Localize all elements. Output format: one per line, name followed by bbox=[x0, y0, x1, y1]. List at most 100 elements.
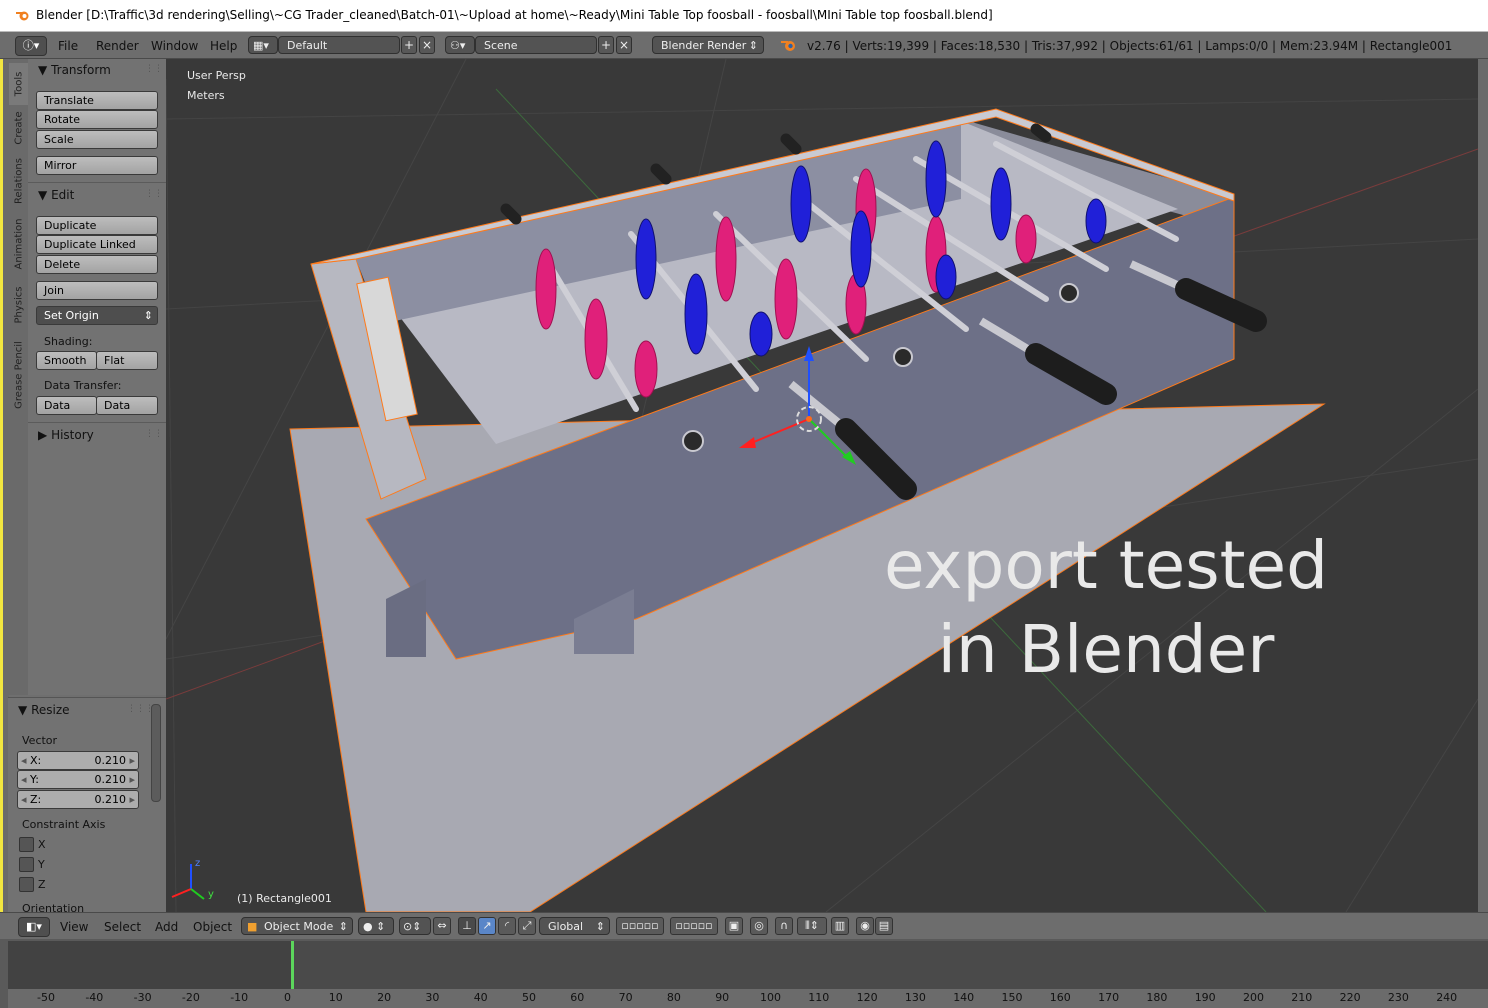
vector-x-field[interactable]: ◂ X: 0.210 ▸ bbox=[17, 751, 139, 770]
tab-create[interactable]: Create bbox=[9, 105, 28, 151]
lock-layers-icon[interactable]: ▣ bbox=[725, 917, 743, 935]
scale-button[interactable]: Scale bbox=[36, 130, 158, 149]
window-title: Blender [D:\Traffic\3d rendering\Selling… bbox=[36, 8, 993, 22]
rotate-button[interactable]: Rotate bbox=[36, 110, 158, 129]
remove-scene-button[interactable]: × bbox=[616, 36, 632, 54]
arrow-left-icon[interactable]: ◂ bbox=[21, 791, 27, 808]
mirror-button[interactable]: Mirror bbox=[36, 156, 158, 175]
flat-button[interactable]: Flat bbox=[96, 351, 158, 370]
menu-add[interactable]: Add bbox=[155, 920, 178, 934]
timeline-ruler[interactable]: -50 -40 -30 -20 -10 0 10 20 30 40 50 60 70 80 90 100 110… bbox=[8, 989, 1488, 1008]
mode-select[interactable]: ■ Object Mode ⇕ bbox=[241, 917, 353, 935]
translate-manipulator-icon[interactable]: ↗ bbox=[478, 917, 496, 935]
smooth-button[interactable]: Smooth bbox=[36, 351, 97, 370]
layout-type-button[interactable]: ▦▾ bbox=[248, 36, 278, 54]
proportional-edit-icon[interactable]: ◎ bbox=[750, 917, 768, 935]
tool-shelf: ▼ Transform ⋮⋮⋮ Translate Rotate Scale M… bbox=[28, 59, 172, 695]
axis-manipulator-icon[interactable]: ⊥ bbox=[458, 917, 476, 935]
timeline[interactable]: -50 -40 -30 -20 -10 0 10 20 30 40 50 60 70 80 90 100 110… bbox=[0, 939, 1488, 1008]
camera-render-icon[interactable]: ◉ bbox=[856, 917, 874, 935]
render-engine-label: Blender Render bbox=[661, 39, 747, 52]
divider bbox=[28, 182, 166, 183]
menu-window[interactable]: Window bbox=[151, 39, 198, 53]
timeline-tick: 20 bbox=[377, 991, 392, 1004]
remove-layout-button[interactable]: × bbox=[419, 36, 435, 54]
arrow-left-icon[interactable]: ◂ bbox=[21, 752, 27, 769]
drag-handle-icon[interactable]: ⋮⋮⋮ bbox=[127, 704, 154, 714]
duplicate-button[interactable]: Duplicate bbox=[36, 216, 158, 235]
menu-render[interactable]: Render bbox=[96, 39, 139, 53]
timeline-tick: 80 bbox=[666, 991, 681, 1004]
add-scene-button[interactable]: + bbox=[598, 36, 614, 54]
window-titlebar: Blender [D:\Traffic\3d rendering\Selling… bbox=[0, 0, 1488, 32]
arrow-right-icon[interactable]: ▸ bbox=[129, 791, 135, 808]
constraint-axis-label: Constraint Axis bbox=[22, 818, 106, 831]
menu-select[interactable]: Select bbox=[104, 920, 141, 934]
data-transfer-button[interactable]: Data bbox=[36, 396, 97, 415]
x-value: 0.210 bbox=[94, 754, 127, 767]
timeline-tick: 230 bbox=[1387, 991, 1409, 1004]
triangle-down-icon: ▼ bbox=[38, 63, 48, 77]
constraint-x-checkbox[interactable] bbox=[19, 837, 34, 852]
data-layout-button[interactable]: Data Layo bbox=[96, 396, 158, 415]
operator-panel: ▼ Resize ⋮⋮⋮ Vector ◂ X: 0.210 ▸ ◂ Y: 0.210 ▸ … bbox=[8, 697, 166, 915]
join-button[interactable]: Join bbox=[36, 281, 158, 300]
arrow-right-icon[interactable]: ▸ bbox=[129, 752, 135, 769]
tab-grease-pencil[interactable]: Grease Pencil bbox=[9, 335, 28, 415]
pivot-icon: ⊙ bbox=[403, 920, 413, 933]
timeline-tick: 220 bbox=[1339, 991, 1361, 1004]
duplicate-linked-button[interactable]: Duplicate Linked bbox=[36, 235, 158, 254]
translate-button[interactable]: Translate bbox=[36, 91, 158, 110]
timeline-tick: 40 bbox=[473, 991, 488, 1004]
operator-scrollbar[interactable] bbox=[151, 704, 161, 802]
render-region-icon[interactable]: ▥ bbox=[831, 917, 849, 935]
edit-panel-header[interactable]: ▼ Edit bbox=[38, 188, 74, 202]
layers-grid-2-icon[interactable]: ▫▫▫▫▫ bbox=[670, 917, 718, 935]
view-name: User Persp bbox=[187, 69, 246, 82]
history-panel-header[interactable]: ▶ History bbox=[38, 428, 94, 442]
orientation-value: Global bbox=[548, 920, 584, 933]
constraint-y-checkbox[interactable] bbox=[19, 857, 34, 872]
render-engine-select[interactable]: Blender Render ⇕ bbox=[652, 36, 764, 54]
snap-toggle-icon[interactable]: ∩ bbox=[775, 917, 793, 935]
tab-tools[interactable]: Tools bbox=[9, 63, 28, 105]
menu-help[interactable]: Help bbox=[210, 39, 237, 53]
vector-y-field[interactable]: ◂ Y: 0.210 ▸ bbox=[17, 770, 139, 789]
right-edge-strip bbox=[1478, 59, 1488, 912]
timeline-tick: 190 bbox=[1194, 991, 1216, 1004]
resize-panel-header[interactable]: ▼ Resize bbox=[18, 703, 70, 717]
menu-file[interactable]: File bbox=[58, 39, 78, 53]
scene-type-button[interactable]: ⚇▾ bbox=[445, 36, 475, 54]
menu-object[interactable]: Object bbox=[193, 920, 232, 934]
arrow-left-icon[interactable]: ◂ bbox=[21, 771, 27, 788]
set-origin-dropdown[interactable]: Set Origin ⇕ bbox=[36, 306, 158, 325]
3d-viewport[interactable]: User Persp Meters z y (1) Rectangle001 e… bbox=[166, 59, 1478, 912]
tab-relations[interactable]: Relations bbox=[9, 153, 28, 209]
transform-panel-header[interactable]: ▼ Transform bbox=[38, 63, 111, 77]
constraint-z-checkbox[interactable] bbox=[19, 877, 34, 892]
clapper-icon[interactable]: ▤ bbox=[875, 917, 893, 935]
vector-z-field[interactable]: ◂ Z: 0.210 ▸ bbox=[17, 790, 139, 809]
current-frame-indicator[interactable] bbox=[291, 941, 294, 989]
orientation-select[interactable]: Global ⇕ bbox=[539, 917, 610, 935]
triangle-down-icon: ▼ bbox=[38, 188, 48, 202]
tab-physics[interactable]: Physics bbox=[9, 279, 28, 331]
snap-element-icon[interactable]: ⫴⇕ bbox=[797, 917, 827, 935]
layout-select[interactable]: Default bbox=[278, 36, 400, 54]
delete-button[interactable]: Delete bbox=[36, 255, 158, 274]
editor-type-button[interactable]: ⓘ▾ bbox=[15, 36, 47, 56]
add-layout-button[interactable]: + bbox=[401, 36, 417, 54]
watermark-line-2: in Blender bbox=[937, 611, 1275, 688]
scene-select[interactable]: Scene bbox=[475, 36, 597, 54]
layers-grid-icon[interactable]: ▫▫▫▫▫ bbox=[616, 917, 664, 935]
tab-animation[interactable]: Animation bbox=[9, 211, 28, 277]
pivot-select[interactable]: ⊙⇕ bbox=[399, 917, 431, 935]
arrow-right-icon[interactable]: ▸ bbox=[129, 771, 135, 788]
scale-manipulator-icon[interactable]: ⤢ bbox=[518, 917, 536, 935]
timeline-tick: 140 bbox=[953, 991, 975, 1004]
menu-view[interactable]: View bbox=[60, 920, 88, 934]
viewport-shading-select[interactable]: ● ⇕ bbox=[358, 917, 394, 935]
editor-type-button[interactable]: ◧▾ bbox=[18, 917, 50, 937]
manipulator-toggle-icon[interactable]: ⇔ bbox=[433, 917, 451, 935]
rotate-manipulator-icon[interactable]: ◜ bbox=[498, 917, 516, 935]
